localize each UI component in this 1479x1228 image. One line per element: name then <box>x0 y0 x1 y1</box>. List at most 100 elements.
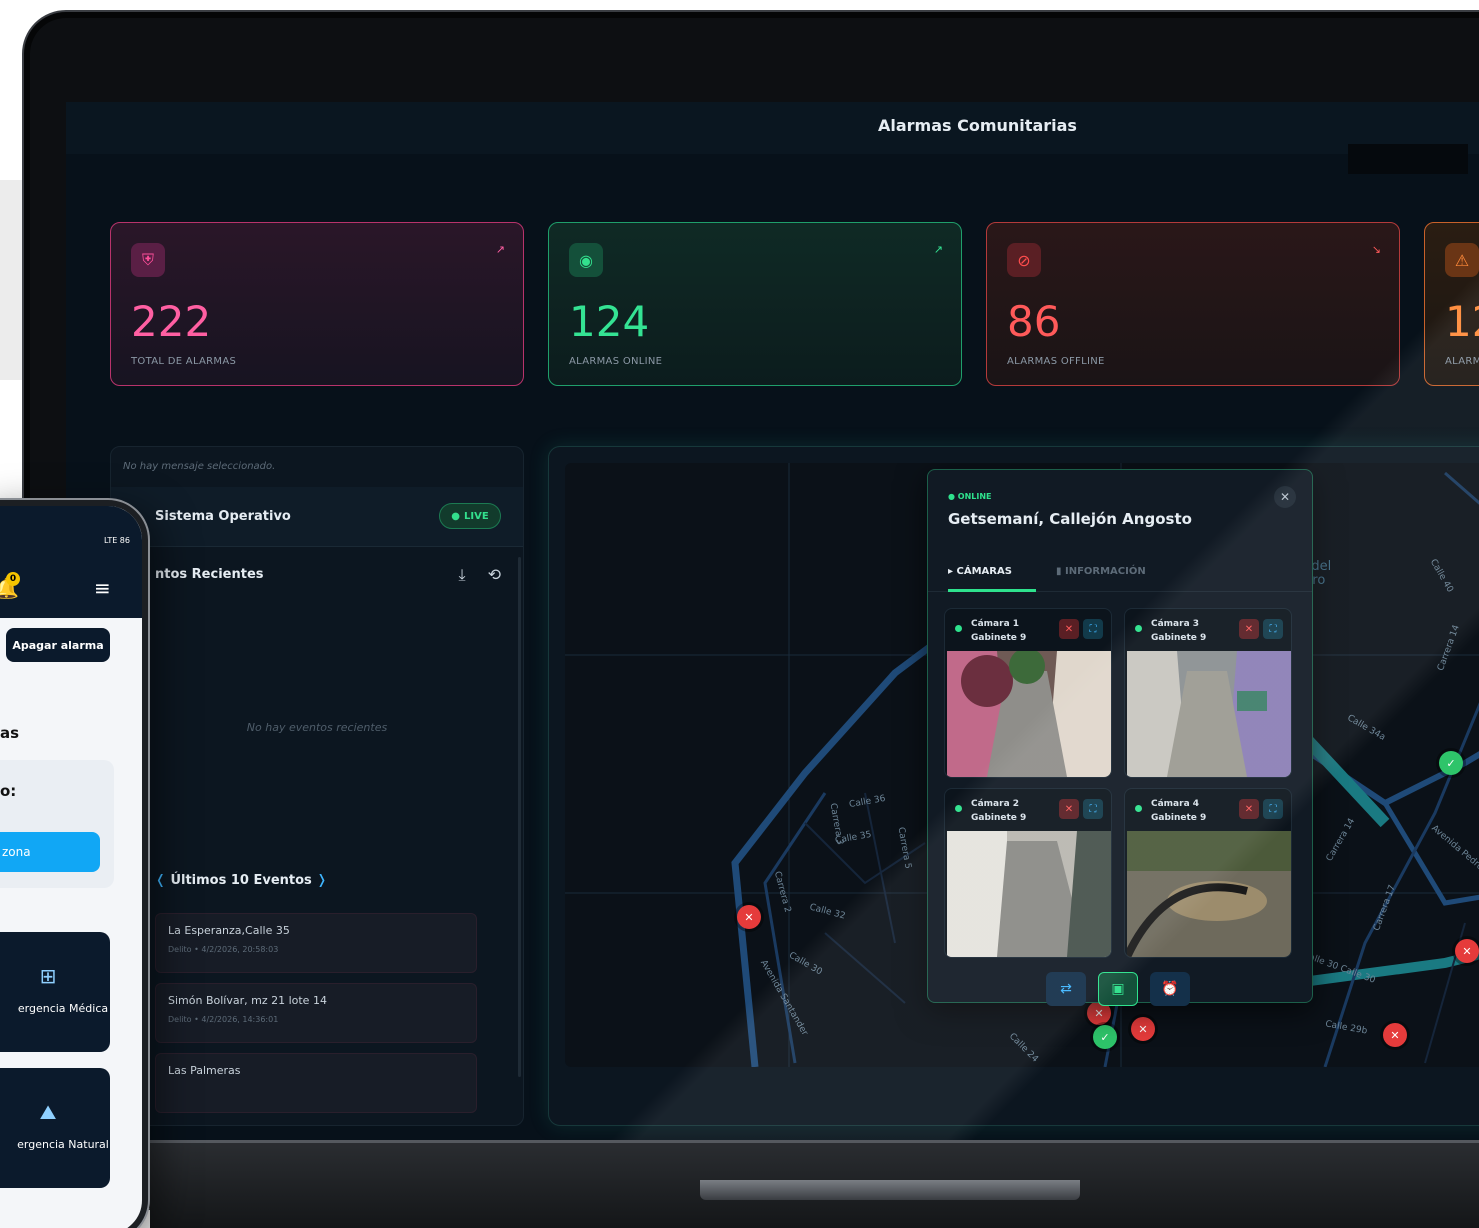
online-status: ● ONLINE <box>948 492 992 501</box>
close-icon[interactable]: ✕ <box>1274 486 1296 508</box>
event-card[interactable]: La Esperanza,Calle 35 Delito • 4/2/2026,… <box>155 913 477 973</box>
popup-title: Getsemaní, Callejón Angosto <box>948 510 1192 528</box>
event-detail: Delito • 4/2/2026, 14:36:01 <box>168 1015 279 1024</box>
menu-icon[interactable]: ≡ <box>94 576 111 600</box>
wifi-off-icon: ⊘ <box>1007 243 1041 277</box>
map-panel: go del brero Calle 40 Carrera 14 Calle 3… <box>548 446 1479 1126</box>
events-panel: No hay mensaje seleccionado. ◆ Sistema O… <box>110 446 524 1126</box>
phone-header: LTE 86 🔔 0 ≡ <box>0 506 142 618</box>
camera-tile[interactable]: Cámara 2 Gabinete 9 ✕ ⛶ <box>944 788 1112 958</box>
wifi-icon: ◉ <box>569 243 603 277</box>
medical-emergency-card[interactable]: ⊞ ergencia Médica <box>0 932 110 1052</box>
expand-icon[interactable]: ⛶ <box>1083 799 1103 819</box>
online-status-text: ONLINE <box>957 492 992 501</box>
camera-cabinet: Gabinete 9 <box>971 633 1027 643</box>
section-title: as <box>0 724 20 742</box>
phone-frame: LTE 86 🔔 0 ≡ Apagar alarma as o: zona ⊞ … <box>0 500 148 1228</box>
expand-icon[interactable]: ⛶ <box>1083 619 1103 639</box>
tab-cameras[interactable]: ▸ CÁMARAS <box>948 566 1036 592</box>
stat-value: 86 <box>1007 297 1061 346</box>
alarm-clock-icon[interactable]: ⏰ <box>1150 972 1190 1006</box>
online-dot-icon <box>1135 625 1142 632</box>
zone-button[interactable]: zona <box>0 832 100 872</box>
events-actions: ⤓ ⟲ <box>459 565 501 585</box>
camera-tile[interactable]: Cámara 3 Gabinete 9 ✕ ⛶ <box>1124 608 1292 778</box>
camera-feed[interactable] <box>1127 651 1291 777</box>
download-icon[interactable]: ⤓ <box>459 565 466 585</box>
alarm-offline-pin[interactable]: ✕ <box>1131 1017 1155 1041</box>
alarm-online-pin[interactable]: ✓ <box>1093 1025 1117 1049</box>
swap-icon[interactable]: ⇄ <box>1046 972 1086 1006</box>
stat-card-offline[interactable]: ⊘ ↘ 86 ALARMAS OFFLINE <box>986 222 1400 386</box>
event-card[interactable]: Las Palmeras <box>155 1053 477 1113</box>
scrollbar[interactable] <box>518 557 521 1077</box>
alarm-offline-pin[interactable]: ✕ <box>737 905 761 929</box>
shield-icon: ⛨ <box>131 243 165 277</box>
trend-up-icon: ↗ <box>933 243 943 256</box>
chevron-right-icon[interactable]: ❭ <box>316 873 327 888</box>
alarm-online-pin[interactable]: ✓ <box>1439 751 1463 775</box>
alarm-offline-pin[interactable]: ✕ <box>1383 1023 1407 1047</box>
turn-off-alarm-button[interactable]: Apagar alarma <box>6 628 110 662</box>
card-label: ergencia Médica <box>17 1002 109 1015</box>
notification-badge: 0 <box>6 572 20 586</box>
camera-name: Cámara 2 <box>971 799 1020 809</box>
camera-feed[interactable] <box>1127 831 1291 957</box>
close-icon[interactable]: ✕ <box>1059 799 1079 819</box>
expand-icon[interactable]: ⛶ <box>1263 619 1283 639</box>
camera-cabinet: Gabinete 9 <box>1151 813 1207 823</box>
camera-feed[interactable] <box>947 831 1111 957</box>
title-bar: Alarmas Comunitarias <box>66 102 1479 154</box>
live-badge: ● LIVE <box>439 503 501 529</box>
no-events-text: No hay eventos recientes <box>246 721 388 734</box>
tab-info[interactable]: ▮ INFORMACIÓN <box>1056 566 1146 577</box>
camera-name: Cámara 4 <box>1151 799 1200 809</box>
last-events-header[interactable]: ❬ Últimos 10 Eventos ❭ <box>155 873 327 888</box>
stat-value: 12 <box>1445 297 1479 346</box>
event-place: Simón Bolívar, mz 21 lote 14 <box>168 994 327 1007</box>
stat-value: 222 <box>131 297 212 346</box>
close-icon[interactable]: ✕ <box>1239 619 1259 639</box>
stat-card-alarm[interactable]: ⚠ 12 ALARM <box>1424 222 1479 386</box>
close-icon[interactable]: ✕ <box>1059 619 1079 639</box>
stat-card-total[interactable]: ⛨ ↗ 222 TOTAL DE ALARMAS <box>110 222 524 386</box>
stat-label: TOTAL DE ALARMAS <box>131 356 237 367</box>
chevron-left-icon[interactable]: ❬ <box>155 873 166 888</box>
event-card[interactable]: Simón Bolívar, mz 21 lote 14 Delito • 4/… <box>155 983 477 1043</box>
tab-cameras-label: CÁMARAS <box>956 566 1012 577</box>
alarm-offline-pin[interactable]: ✕ <box>1455 939 1479 963</box>
camera-label: Cámara 3 Gabinete 9 <box>1151 617 1206 645</box>
system-status-row: ◆ Sistema Operativo ● LIVE <box>111 487 523 547</box>
recent-events-title: ntos Recientes <box>155 567 264 582</box>
camera-tile[interactable]: Cámara 1 Gabinete 9 ✕ ⛶ <box>944 608 1112 778</box>
video-icon[interactable]: ▣ <box>1098 972 1138 1006</box>
hospital-icon: ⊞ <box>39 964 57 988</box>
card-label: ergencia Natural <box>17 1138 109 1151</box>
live-label: LIVE <box>464 510 489 522</box>
history-icon[interactable]: ⟲ <box>488 565 501 585</box>
expand-icon[interactable]: ⛶ <box>1263 799 1283 819</box>
map-canvas[interactable]: go del brero Calle 40 Carrera 14 Calle 3… <box>565 463 1479 1067</box>
camera-name: Cámara 3 <box>1151 619 1200 629</box>
camera-tile[interactable]: Cámara 4 Gabinete 9 ✕ ⛶ <box>1124 788 1292 958</box>
stat-label: ALARM <box>1445 356 1479 367</box>
mountain-icon: ⛰ <box>39 1100 57 1124</box>
natural-emergency-card[interactable]: ⛰ ergencia Natural <box>0 1068 110 1188</box>
camera-label: Cámara 4 Gabinete 9 <box>1151 797 1206 825</box>
zone-title: o: <box>0 782 17 800</box>
popup-tabs: ▸ CÁMARAS ▮ INFORMACIÓN <box>928 556 1312 592</box>
camera-feed[interactable] <box>947 651 1111 777</box>
event-place: La Esperanza,Calle 35 <box>168 924 290 937</box>
camera-name: Cámara 1 <box>971 619 1020 629</box>
event-place: Las Palmeras <box>168 1064 241 1077</box>
header-slot <box>1348 144 1468 174</box>
tab-info-label: INFORMACIÓN <box>1064 566 1146 577</box>
stat-card-online[interactable]: ◉ ↗ 124 ALARMAS ONLINE <box>548 222 962 386</box>
close-icon[interactable]: ✕ <box>1239 799 1259 819</box>
location-popup: ● ONLINE Getsemaní, Callejón Angosto ✕ ▸… <box>927 469 1313 1006</box>
message-placeholder: No hay mensaje seleccionado. <box>123 461 276 472</box>
status-bar: LTE 86 <box>103 536 130 545</box>
camera-label: Cámara 1 Gabinete 9 <box>971 617 1026 645</box>
trend-down-icon: ↘ <box>1371 243 1381 256</box>
laptop-frame: Alarmas Comunitarias ⛨ ↗ 222 TOTAL DE AL… <box>22 10 1479 1228</box>
